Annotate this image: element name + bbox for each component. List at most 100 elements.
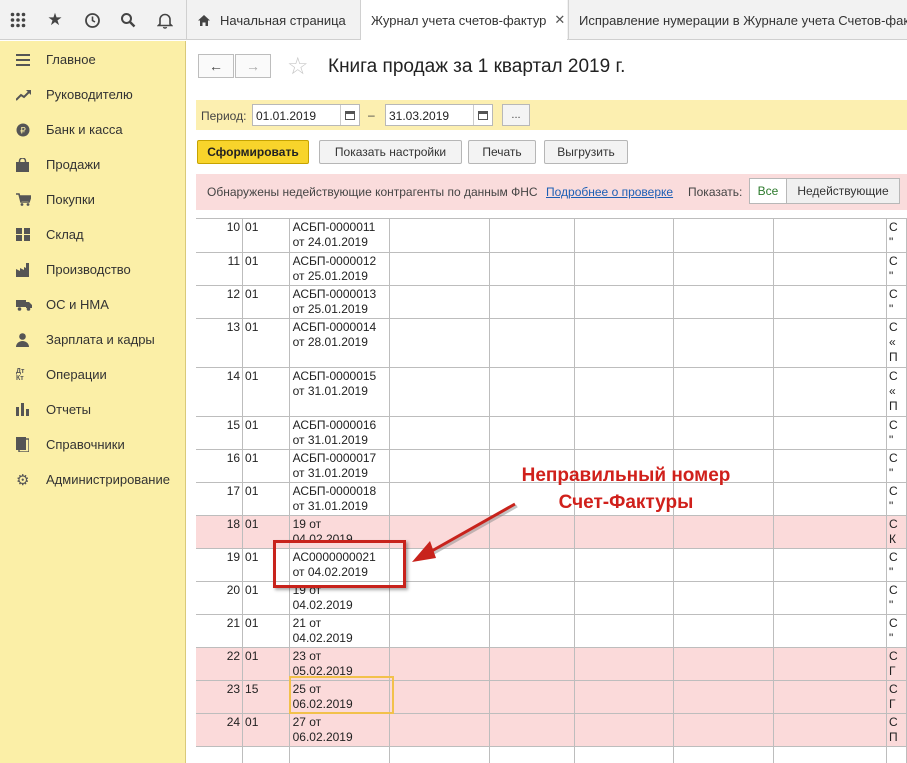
invoice-cell[interactable]: 27 от 06.02.2019 <box>289 713 391 747</box>
empty-cell[interactable] <box>574 680 675 714</box>
empty-cell[interactable] <box>489 548 575 582</box>
empty-cell[interactable] <box>673 680 774 714</box>
empty-cell[interactable] <box>489 416 575 450</box>
empty-cell[interactable] <box>673 647 774 681</box>
empty-cell[interactable] <box>773 367 888 417</box>
empty-cell[interactable] <box>574 219 675 253</box>
empty-cell[interactable] <box>773 746 888 763</box>
empty-cell[interactable] <box>489 581 575 615</box>
empty-cell[interactable] <box>773 252 888 286</box>
empty-cell[interactable] <box>673 285 774 319</box>
filter-inactive-button[interactable]: Недействующие <box>787 178 900 204</box>
empty-cell[interactable] <box>389 219 490 253</box>
table-row[interactable]: 13 01 АСБП-0000014 от 28.01.2019 С «П <box>196 318 907 368</box>
row-number-cell[interactable]: 19 <box>196 548 244 582</box>
empty-cell[interactable] <box>574 647 675 681</box>
empty-cell[interactable] <box>389 285 490 319</box>
period-from-field[interactable]: 01.01.2019 <box>252 104 360 126</box>
empty-cell[interactable] <box>574 252 675 286</box>
invoice-cell[interactable]: АСБП-0000012 от 25.01.2019 <box>289 252 391 286</box>
tab-numbering-fix[interactable]: Исправление нумерации в Журнале учета Сч… <box>568 0 907 40</box>
sidebar-item-bank[interactable]: ₽ Банк и касса <box>0 112 186 147</box>
empty-cell[interactable] <box>574 367 675 417</box>
sidebar-item-fixed-assets[interactable]: ОС и НМА <box>0 287 186 322</box>
invoice-cell[interactable]: АСБП-0000014 от 28.01.2019 <box>289 318 391 368</box>
empty-cell[interactable] <box>773 318 888 368</box>
operation-code-cell[interactable]: 01 <box>242 367 290 417</box>
counterparty-cell[interactable]: СП <box>886 713 907 747</box>
operation-code-cell[interactable]: 01 <box>242 219 290 253</box>
close-icon[interactable]: ✕ <box>554 12 565 28</box>
operation-code-cell[interactable]: 01 <box>242 416 290 450</box>
export-button[interactable]: Выгрузить <box>544 140 628 164</box>
empty-cell[interactable] <box>489 252 575 286</box>
invoice-cell[interactable]: АСБП-0000015 от 31.01.2019 <box>289 367 391 417</box>
sidebar-item-salary[interactable]: Зарплата и кадры <box>0 322 186 357</box>
calendar-icon[interactable] <box>473 105 492 125</box>
empty-cell[interactable] <box>673 416 774 450</box>
empty-cell[interactable] <box>489 285 575 319</box>
check-details-link[interactable]: Подробнее о проверке <box>546 185 673 199</box>
history-icon[interactable] <box>74 0 110 40</box>
empty-cell[interactable] <box>389 746 490 763</box>
empty-cell[interactable] <box>673 367 774 417</box>
table-row[interactable]: 12 01 АСБП-0000013 от 25.01.2019 С " <box>196 285 907 319</box>
sidebar-item-operations[interactable]: Дт Кт Операции <box>0 357 186 392</box>
empty-cell[interactable] <box>773 614 888 648</box>
operation-code-cell[interactable]: 01 <box>242 449 290 483</box>
operation-code-cell[interactable]: 15 <box>242 680 290 714</box>
invoice-cell[interactable]: АСБП-0000016 от 31.01.2019 <box>289 416 391 450</box>
forward-button[interactable]: → <box>235 54 271 78</box>
operation-code-cell[interactable]: 01 <box>242 647 290 681</box>
empty-cell[interactable] <box>574 614 675 648</box>
empty-cell[interactable] <box>673 614 774 648</box>
print-button[interactable]: Печать <box>468 140 536 164</box>
row-number-cell[interactable]: 13 <box>196 318 244 368</box>
row-number-cell[interactable]: 18 <box>196 515 244 549</box>
counterparty-cell[interactable]: С " <box>886 482 907 516</box>
counterparty-cell[interactable]: С «П <box>886 318 907 368</box>
row-number-cell[interactable]: 20 <box>196 581 244 615</box>
empty-cell[interactable] <box>489 713 575 747</box>
empty-cell[interactable] <box>673 713 774 747</box>
operation-code-cell[interactable]: 01 <box>242 713 290 747</box>
generate-button[interactable]: Сформировать <box>197 140 309 164</box>
invoice-cell[interactable]: АСБП-0000011 от 24.01.2019 <box>289 219 391 253</box>
empty-cell[interactable] <box>489 515 575 549</box>
row-number-cell[interactable]: 23 <box>196 680 244 714</box>
sidebar-item-administration[interactable]: ⚙ Администрирование <box>0 462 186 497</box>
empty-cell[interactable] <box>886 746 907 763</box>
operation-code-cell[interactable]: 01 <box>242 318 290 368</box>
counterparty-cell[interactable]: С " <box>886 548 907 582</box>
empty-cell[interactable] <box>489 746 575 763</box>
star-icon[interactable]: ★ <box>37 0 73 40</box>
empty-cell[interactable] <box>773 449 888 483</box>
operation-code-cell[interactable]: 01 <box>242 482 290 516</box>
operation-code-cell[interactable]: 01 <box>242 614 290 648</box>
empty-cell[interactable] <box>673 515 774 549</box>
sidebar-item-manager[interactable]: Руководителю <box>0 77 186 112</box>
empty-cell[interactable] <box>489 367 575 417</box>
empty-cell[interactable] <box>489 647 575 681</box>
counterparty-cell[interactable]: С " <box>886 614 907 648</box>
empty-cell[interactable] <box>773 581 888 615</box>
empty-cell[interactable] <box>773 416 888 450</box>
empty-cell[interactable] <box>773 713 888 747</box>
row-number-cell[interactable]: 22 <box>196 647 244 681</box>
empty-cell[interactable] <box>673 581 774 615</box>
table-row[interactable]: 21 01 21 от 04.02.2019 С " <box>196 614 907 648</box>
counterparty-cell[interactable]: С " <box>886 581 907 615</box>
sidebar-item-purchases[interactable]: Покупки <box>0 182 186 217</box>
sidebar-item-warehouse[interactable]: Склад <box>0 217 186 252</box>
tab-home[interactable]: Начальная страница <box>186 0 359 40</box>
invoice-cell[interactable]: 21 от 04.02.2019 <box>289 614 391 648</box>
row-number-cell[interactable]: 16 <box>196 449 244 483</box>
empty-cell[interactable] <box>489 680 575 714</box>
sidebar-item-main[interactable]: Главное <box>0 42 186 77</box>
favorite-star-icon[interactable]: ☆ <box>287 52 309 81</box>
counterparty-cell[interactable]: С «П <box>886 367 907 417</box>
empty-cell[interactable] <box>389 416 490 450</box>
empty-cell[interactable] <box>574 548 675 582</box>
sidebar-item-reports[interactable]: Отчеты <box>0 392 186 427</box>
table-row[interactable] <box>196 746 907 763</box>
